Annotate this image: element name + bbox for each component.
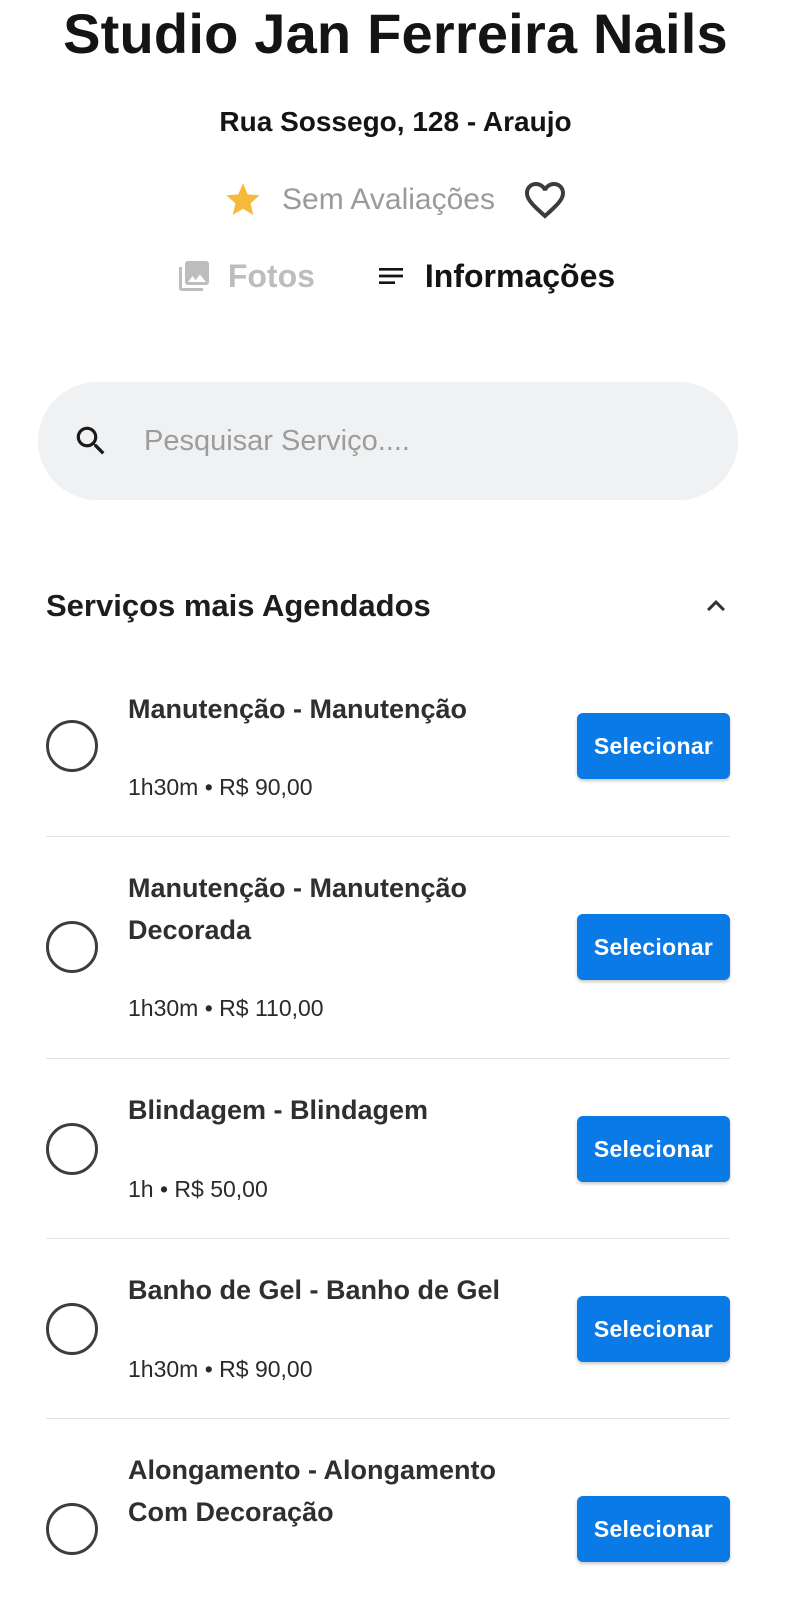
service-radio[interactable]: [46, 1303, 98, 1355]
service-radio[interactable]: [46, 1503, 98, 1555]
tab-photos[interactable]: Fotos: [176, 258, 315, 295]
photo-library-icon: [176, 258, 212, 294]
star-icon: [222, 179, 264, 221]
service-meta: 1h30m • R$ 110,00: [128, 995, 324, 1021]
search-input[interactable]: [144, 411, 684, 471]
service-item: Alongamento - Alongamento Com Decoração …: [46, 1419, 730, 1600]
tab-info[interactable]: Informações: [373, 258, 615, 295]
service-radio[interactable]: [46, 720, 98, 772]
heart-outline-icon[interactable]: [521, 176, 569, 224]
service-radio[interactable]: [46, 921, 98, 973]
rating-row: Sem Avaliações: [0, 176, 791, 224]
tab-info-label: Informações: [424, 257, 616, 294]
section-title: Serviços mais Agendados: [46, 588, 431, 623]
rating-text: Sem Avaliações: [282, 183, 495, 216]
service-item: Manutenção - Manutenção 1h30m • R$ 90,00…: [46, 680, 730, 837]
service-name: Alongamento - Alongamento Com Decoração: [128, 1455, 496, 1527]
salon-address: Rua Sossego, 128 - Araujo: [219, 106, 572, 137]
tab-bar: Fotos Informações: [0, 252, 791, 300]
select-button[interactable]: Selecionar: [577, 1496, 730, 1562]
service-name: Blindagem - Blindagem: [128, 1095, 429, 1125]
service-item: Banho de Gel - Banho de Gel 1h30m • R$ 9…: [46, 1239, 730, 1419]
service-name: Manutenção - Manutenção Decorada: [128, 873, 468, 945]
page-title: Studio Jan Ferreira Nails: [63, 2, 728, 65]
section-header[interactable]: Serviços mais Agendados: [46, 580, 736, 632]
select-button[interactable]: Selecionar: [577, 1296, 730, 1362]
service-meta: 1h • R$ 50,00: [128, 1176, 268, 1202]
service-radio[interactable]: [46, 1123, 98, 1175]
notes-icon: [373, 258, 409, 294]
search-bar: [38, 382, 738, 500]
service-item: Blindagem - Blindagem 1h • R$ 50,00 Sele…: [46, 1059, 730, 1239]
service-name: Manutenção - Manutenção: [128, 694, 468, 724]
select-button[interactable]: Selecionar: [577, 1116, 730, 1182]
select-button[interactable]: Selecionar: [577, 914, 730, 980]
service-meta: 1h30m • R$ 90,00: [128, 774, 313, 800]
service-item: Manutenção - Manutenção Decorada 1h30m •…: [46, 837, 730, 1059]
service-meta: 1h30m • R$ 90,00: [128, 1356, 313, 1382]
tab-photos-label: Fotos: [227, 257, 315, 294]
search-icon: [72, 422, 110, 460]
service-name: Banho de Gel - Banho de Gel: [128, 1275, 501, 1305]
salon-detail-page: Studio Jan Ferreira Nails Rua Sossego, 1…: [0, 0, 791, 1600]
chevron-up-icon[interactable]: [696, 586, 736, 626]
select-button[interactable]: Selecionar: [577, 713, 730, 779]
